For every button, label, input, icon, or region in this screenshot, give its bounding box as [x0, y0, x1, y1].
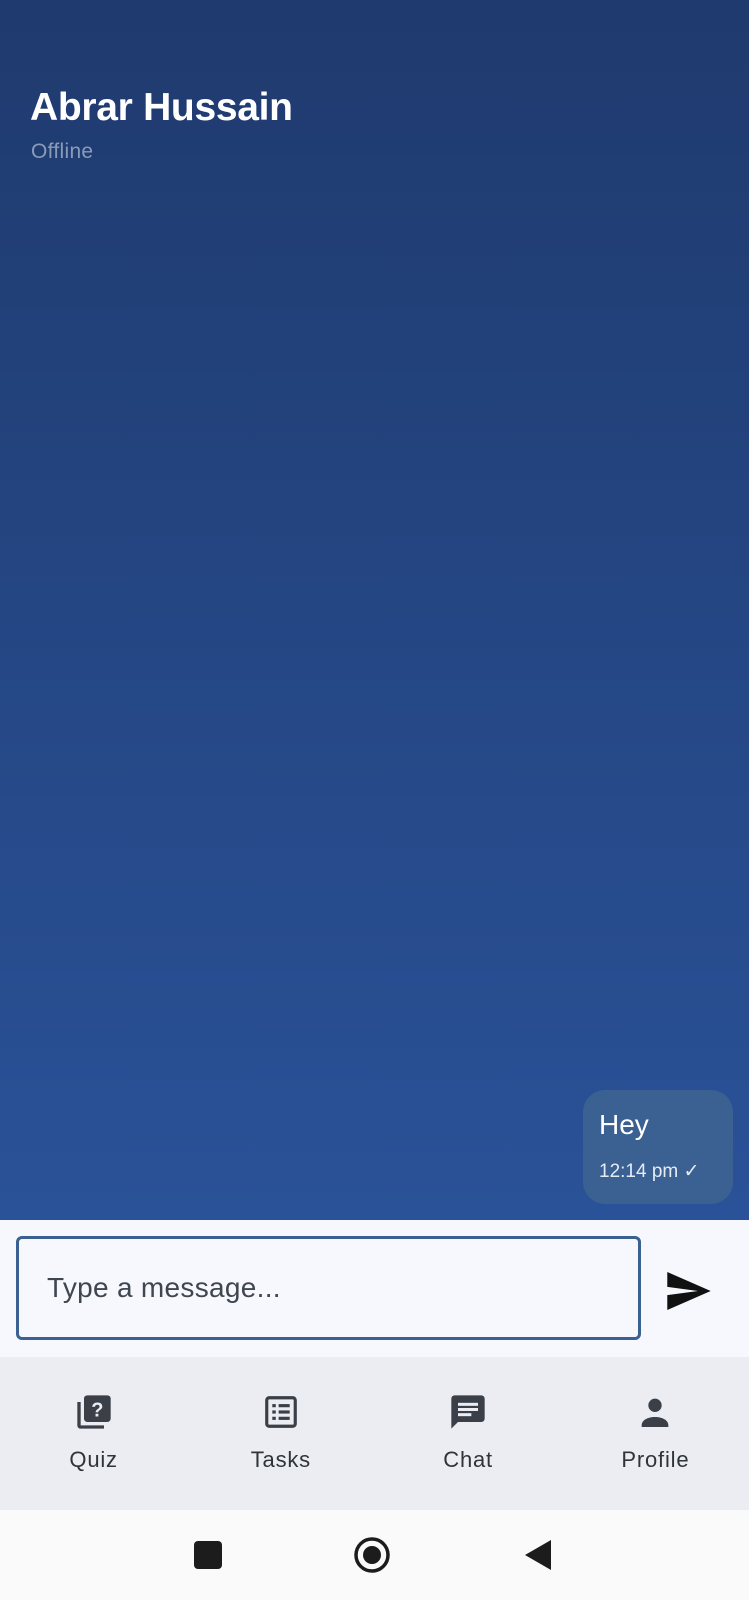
square-recents-icon[interactable]	[188, 1535, 228, 1575]
circle-home-icon[interactable]	[352, 1535, 392, 1575]
message-meta: 12:14 pm ✓	[599, 1160, 717, 1183]
message-input[interactable]	[16, 1236, 641, 1340]
message-text: Hey	[599, 1109, 649, 1140]
nav-label-profile: Profile	[621, 1447, 690, 1472]
quiz-icon: ?	[73, 1391, 115, 1433]
list-icon	[260, 1391, 302, 1433]
message-composer	[0, 1220, 749, 1357]
triangle-back-icon[interactable]	[518, 1535, 558, 1575]
contact-status: Offline	[31, 140, 94, 163]
nav-item-quiz[interactable]: ? Quiz	[0, 1357, 187, 1510]
send-icon	[667, 1272, 711, 1310]
person-icon	[634, 1391, 676, 1433]
message-time: 12:14 pm	[599, 1161, 679, 1182]
bottom-navigation: ? Quiz Tasks Chat Profile	[0, 1357, 749, 1510]
contact-name: Abrar Hussain	[30, 86, 293, 129]
nav-label-quiz: Quiz	[69, 1447, 118, 1472]
system-navigation-bar	[0, 1510, 749, 1600]
chat-area: Abrar Hussain Offline Hey 12:14 pm ✓	[0, 0, 749, 1220]
nav-item-profile[interactable]: Profile	[562, 1357, 749, 1510]
nav-label-tasks: Tasks	[250, 1447, 311, 1472]
chat-icon	[447, 1391, 489, 1433]
send-button[interactable]	[664, 1266, 714, 1316]
nav-item-tasks[interactable]: Tasks	[187, 1357, 374, 1510]
nav-label-chat: Chat	[443, 1447, 493, 1472]
read-receipt-icon: ✓	[683, 1161, 700, 1182]
svg-text:?: ?	[91, 1400, 103, 1422]
message-bubble[interactable]: Hey 12:14 pm ✓	[583, 1090, 733, 1204]
nav-item-chat[interactable]: Chat	[375, 1357, 562, 1510]
